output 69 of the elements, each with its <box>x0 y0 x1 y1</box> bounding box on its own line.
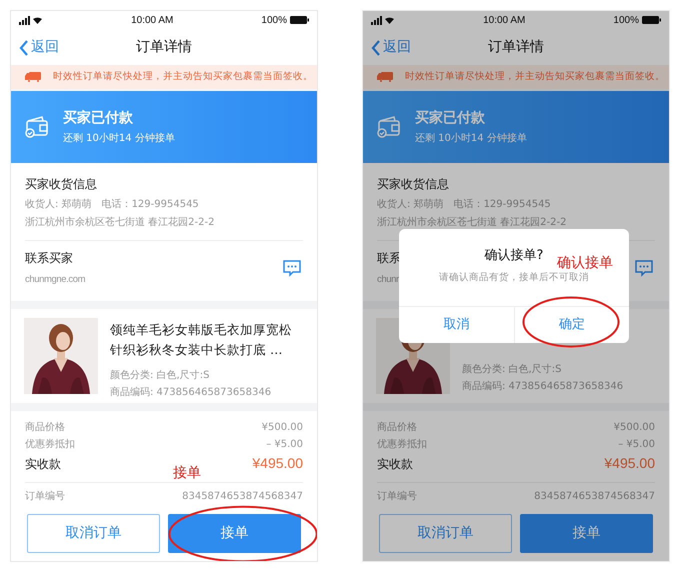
banner-title: 买家已付款 <box>63 108 134 128</box>
total-label: 实收款 <box>377 456 413 472</box>
accept-order-button[interactable]: 接单 <box>520 514 653 552</box>
cancel-order-button[interactable]: 取消订单 <box>27 514 160 552</box>
notice-text: 时效性订单请尽快处理，并主动告知买家包裹需当面签收。 <box>405 70 665 84</box>
price-value: – ¥5.00 <box>618 438 655 452</box>
annotation-text: 确认接单 <box>557 254 613 272</box>
price-value: ¥500.00 <box>262 421 303 435</box>
recipient-text: 收货人: 郑萌萌 <box>377 198 444 212</box>
banner-title: 买家已付款 <box>415 108 486 128</box>
chevron-left-icon <box>19 40 29 56</box>
address-text: 浙江杭州市余杭区苍七街道 春江花园2-2-2 <box>25 216 216 230</box>
contact-site: chunmgne.com <box>25 273 86 287</box>
back-button[interactable]: 返回 <box>19 37 59 58</box>
order-number-value: 8345874653874568347 <box>182 490 303 504</box>
status-time: 10:00 AM <box>131 14 174 28</box>
product-title: 领纯羊毛衫女韩版毛衣加厚宽松 <box>110 321 292 339</box>
price-value: ¥500.00 <box>614 421 655 435</box>
product-spec: 颜色分类: 白色,尺寸:S <box>462 362 562 377</box>
total-label: 实收款 <box>25 456 61 472</box>
total-value: ¥495.00 <box>252 454 303 473</box>
phone-text: 电话：129-9954545 <box>454 198 551 212</box>
section-heading: 买家收货信息 <box>25 176 98 193</box>
total-value: ¥495.00 <box>604 454 655 473</box>
order-number-value: 8345874653874568347 <box>534 490 655 504</box>
signal-wifi-icon <box>19 16 43 24</box>
back-button[interactable]: 返回 <box>371 37 411 58</box>
price-label: 优惠券抵扣 <box>377 438 427 452</box>
order-number-label: 订单编号 <box>377 490 417 504</box>
page-title: 订单详情 <box>488 38 544 56</box>
price-label: 商品价格 <box>25 420 65 435</box>
phone-text: 电话：129-9954545 <box>102 198 199 212</box>
section-heading: 买家收货信息 <box>377 176 450 193</box>
battery-icon <box>290 16 309 24</box>
cancel-order-button[interactable]: 取消订单 <box>379 514 512 552</box>
accept-order-button[interactable]: 接单 <box>168 514 301 552</box>
address-text: 浙江杭州市余杭区苍七街道 春江花园2-2-2 <box>377 216 568 230</box>
dialog-message: 请确认商品有货，接单后不可取消 <box>438 270 590 284</box>
contact-site: chunr <box>377 273 400 287</box>
product-title: 针织衫秋冬女装中长款打底 … <box>110 341 284 359</box>
dialog-confirm-button[interactable]: 确定 <box>514 307 629 343</box>
chat-icon[interactable] <box>283 259 301 278</box>
dialog-title: 确认接单? <box>484 247 544 265</box>
truck-icon <box>377 72 393 82</box>
annotation-text: 接单 <box>173 464 201 483</box>
chat-icon[interactable] <box>635 259 653 278</box>
wallet-icon <box>25 116 49 138</box>
recipient-text: 收货人: 郑萌萌 <box>25 198 92 212</box>
product-code: 商品编码: 473856465873658346 <box>462 380 624 394</box>
chevron-left-icon <box>371 40 381 56</box>
dialog-cancel-button[interactable]: 取消 <box>399 307 514 343</box>
price-label: 优惠券抵扣 <box>25 438 75 452</box>
product-code: 商品编码: 473856465873658346 <box>110 386 272 400</box>
product-spec: 颜色分类: 白色,尺寸:S <box>110 368 210 383</box>
status-time: 10:00 AM <box>483 14 526 28</box>
battery-icon <box>642 16 661 24</box>
contact-label: 联系买家 <box>25 250 74 267</box>
banner-subtitle: 还剩 10小时14 分钟接单 <box>63 132 175 146</box>
price-value: – ¥5.00 <box>266 438 303 452</box>
wallet-icon <box>377 116 401 138</box>
truck-icon <box>25 72 41 82</box>
battery-percent: 100% <box>613 14 639 28</box>
order-number-label: 订单编号 <box>25 490 65 504</box>
signal-wifi-icon <box>371 16 395 24</box>
notice-text: 时效性订单请尽快处理，并主动告知买家包裹需当面签收。 <box>53 70 313 84</box>
page-title: 订单详情 <box>136 38 192 56</box>
battery-percent: 100% <box>261 14 287 28</box>
price-label: 商品价格 <box>377 420 417 435</box>
banner-subtitle: 还剩 10小时14 分钟接单 <box>415 132 527 146</box>
